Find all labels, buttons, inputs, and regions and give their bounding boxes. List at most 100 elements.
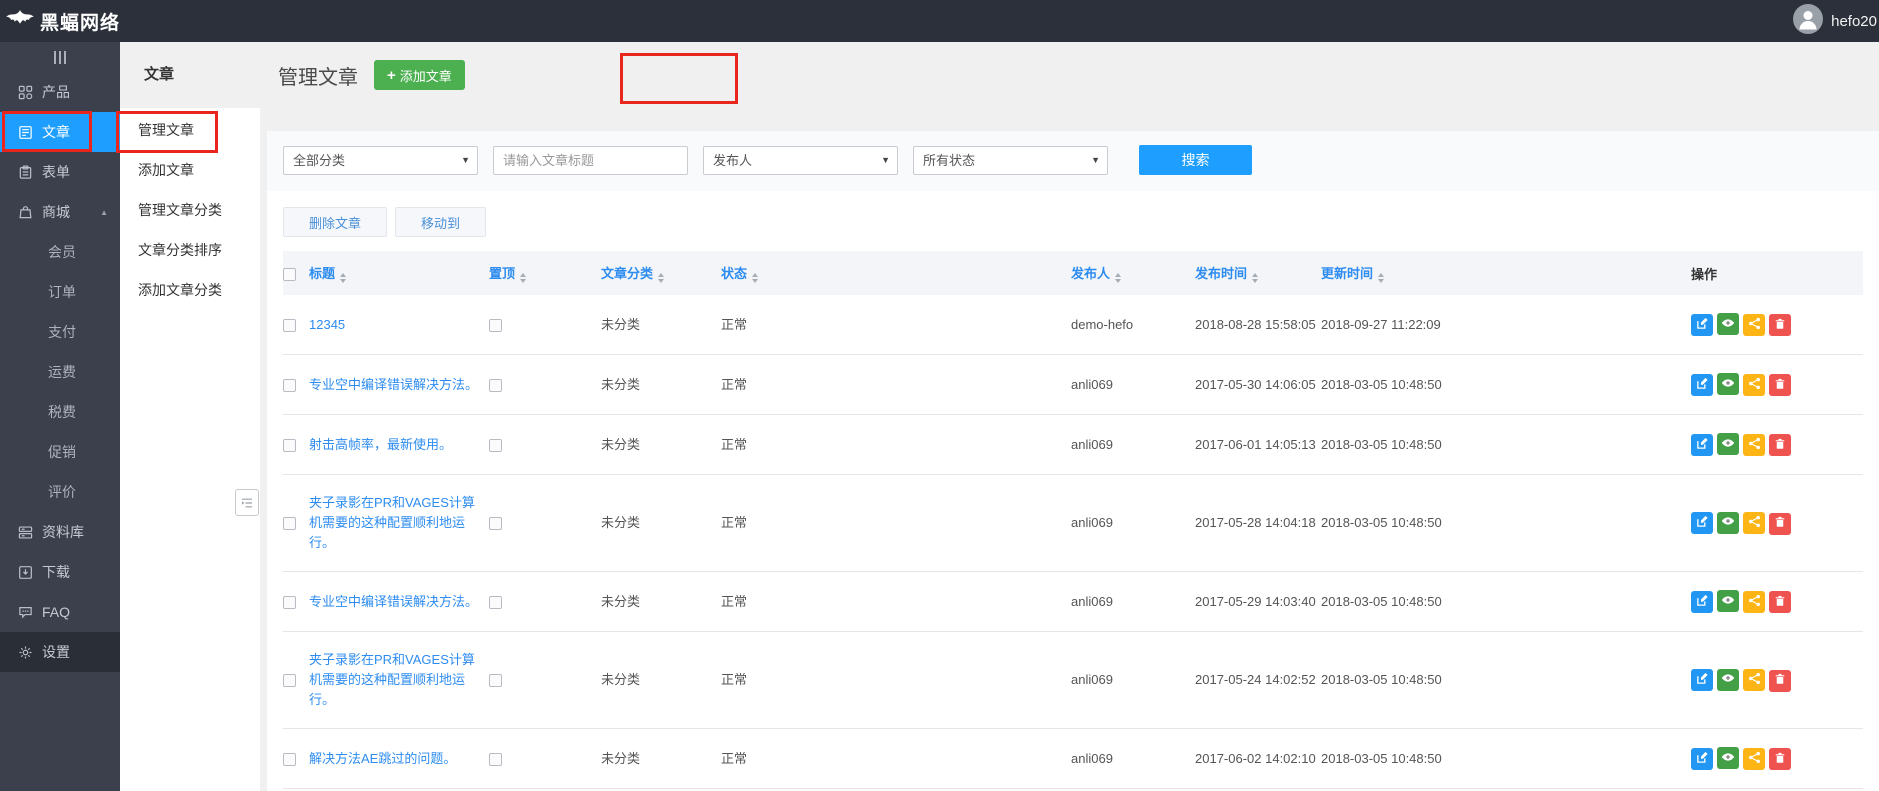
search-button[interactable]: 搜索 <box>1139 145 1252 175</box>
move-to-button[interactable]: 移动到 <box>395 207 487 237</box>
edit-button[interactable] <box>1691 433 1713 456</box>
delete-button[interactable] <box>1769 314 1791 336</box>
user-menu[interactable]: hefo20 <box>1793 4 1879 38</box>
top-checkbox[interactable] <box>489 752 502 766</box>
top-checkbox[interactable] <box>489 438 502 452</box>
top-checkbox[interactable] <box>489 595 502 609</box>
sidebar-item-forms[interactable]: 表单 <box>0 152 120 192</box>
submenu-item-article-category-sort[interactable]: 文章分类排序 <box>120 230 260 270</box>
share-button[interactable] <box>1743 313 1765 336</box>
submenu-item-add-article[interactable]: 添加文章 <box>120 150 260 190</box>
sidebar-item-payment[interactable]: 支付 <box>0 312 120 352</box>
category-filter-select[interactable]: 全部分类 ▼ <box>283 145 478 175</box>
sidebar-item-tax[interactable]: 税费 <box>0 392 120 432</box>
column-header[interactable]: 置顶 <box>489 251 601 295</box>
article-title-link[interactable]: 夹子录影在PR和VAGES计算机需要的这种配置顺利地运行。 <box>309 650 481 710</box>
delete-button[interactable] <box>1769 374 1791 396</box>
sidebar-item-shop[interactable]: 商城 ▲ <box>0 192 120 232</box>
share-button[interactable] <box>1743 669 1765 691</box>
edit-button[interactable] <box>1691 512 1713 534</box>
select-all-checkbox[interactable] <box>283 267 296 281</box>
preview-button[interactable] <box>1717 668 1739 691</box>
column-header[interactable]: 更新时间 <box>1321 251 1651 295</box>
preview-button[interactable] <box>1717 373 1739 395</box>
share-button[interactable] <box>1743 747 1765 770</box>
sidebar-item-products[interactable]: 产品 <box>0 72 120 112</box>
trash-icon <box>1774 752 1786 767</box>
add-article-button[interactable]: + 添加文章 <box>374 60 465 90</box>
delete-button[interactable] <box>1769 512 1791 535</box>
logo[interactable]: 黑蝠网络 <box>0 8 120 35</box>
article-title-link[interactable]: 夹子录影在PR和VAGES计算机需要的这种配置顺利地运行。 <box>309 493 481 553</box>
delete-button[interactable] <box>1769 748 1791 770</box>
article-title-link[interactable]: 专业空中编译错误解决方法。 <box>309 592 478 612</box>
trash-icon <box>1774 318 1786 333</box>
share-button[interactable] <box>1743 590 1765 613</box>
sort-icon[interactable] <box>658 273 665 283</box>
publisher-filter-select[interactable]: 发布人 ▼ <box>703 145 898 175</box>
top-checkbox[interactable] <box>489 674 502 688</box>
article-title-link[interactable]: 专业空中编译错误解决方法。 <box>309 375 478 395</box>
column-header[interactable]: 状态 <box>721 251 1071 295</box>
edit-button[interactable] <box>1691 747 1713 770</box>
submenu-item-add-article-category[interactable]: 添加文章分类 <box>120 270 260 310</box>
row-select-checkbox[interactable] <box>283 595 296 609</box>
row-select-checkbox[interactable] <box>283 318 296 332</box>
status-filter-select[interactable]: 所有状态 ▼ <box>913 145 1108 175</box>
preview-button[interactable] <box>1717 511 1739 534</box>
row-select-checkbox[interactable] <box>283 378 296 392</box>
delete-button[interactable] <box>1769 434 1791 456</box>
sort-icon[interactable] <box>1252 273 1259 283</box>
share-button[interactable] <box>1743 512 1765 534</box>
sort-icon[interactable] <box>1115 273 1122 283</box>
top-checkbox[interactable] <box>489 318 502 332</box>
column-header[interactable]: 发布时间 <box>1195 251 1321 295</box>
article-title-link[interactable]: 解决方法AE跳过的问题。 <box>309 749 456 769</box>
delete-button[interactable] <box>1769 669 1791 692</box>
top-checkbox[interactable] <box>489 517 502 531</box>
sidebar-item-promotion[interactable]: 促销 <box>0 432 120 472</box>
sidebar-item-members[interactable]: 会员 <box>0 232 120 272</box>
sidebar-item-reviews[interactable]: 评价 <box>0 472 120 512</box>
submenu-collapse-handle[interactable] <box>235 489 259 516</box>
column-header[interactable]: 标题 <box>309 251 489 295</box>
edit-button[interactable] <box>1691 373 1713 396</box>
delete-button[interactable] <box>1769 591 1791 613</box>
column-header[interactable]: 文章分类 <box>601 251 721 295</box>
share-button[interactable] <box>1743 373 1765 396</box>
row-select-checkbox[interactable] <box>283 517 296 531</box>
preview-button[interactable] <box>1717 747 1739 769</box>
article-title-link[interactable]: 12345 <box>309 315 345 335</box>
row-select-checkbox[interactable] <box>283 674 296 688</box>
article-title-input[interactable] <box>493 145 688 175</box>
sidebar-item-download[interactable]: 下载 <box>0 552 120 592</box>
sidebar-item-shipping[interactable]: 运费 <box>0 352 120 392</box>
share-icon <box>1748 515 1761 531</box>
sidebar-item-orders[interactable]: 订单 <box>0 272 120 312</box>
sidebar-item-faq[interactable]: FAQ <box>0 592 120 632</box>
submenu-item-manage-articles[interactable]: 管理文章 <box>120 110 260 150</box>
sort-icon[interactable] <box>1378 273 1385 283</box>
sidebar-item-settings[interactable]: 设置 <box>0 632 120 672</box>
sort-icon[interactable] <box>340 273 347 283</box>
sort-icon[interactable] <box>520 273 527 283</box>
row-select-checkbox[interactable] <box>283 752 296 766</box>
preview-button[interactable] <box>1717 313 1739 335</box>
sidebar-item-articles[interactable]: 文章 <box>0 112 120 152</box>
sidebar-item-library[interactable]: 资料库 <box>0 512 120 552</box>
article-title-link[interactable]: 射击高帧率，最新使用。 <box>309 435 452 455</box>
share-button[interactable] <box>1743 433 1765 456</box>
edit-button[interactable] <box>1691 313 1713 336</box>
delete-articles-button[interactable]: 删除文章 <box>283 207 388 237</box>
edit-button[interactable] <box>1691 590 1713 613</box>
top-checkbox[interactable] <box>489 378 502 392</box>
sidebar-item-label: 税费 <box>48 404 76 420</box>
preview-button[interactable] <box>1717 590 1739 612</box>
preview-button[interactable] <box>1717 433 1739 455</box>
row-select-checkbox[interactable] <box>283 438 296 452</box>
sidebar-collapse-toggle[interactable] <box>0 42 120 72</box>
submenu-item-manage-article-categories[interactable]: 管理文章分类 <box>120 190 260 230</box>
edit-button[interactable] <box>1691 669 1713 691</box>
sort-icon[interactable] <box>752 273 759 283</box>
column-header[interactable]: 发布人 <box>1071 251 1195 295</box>
